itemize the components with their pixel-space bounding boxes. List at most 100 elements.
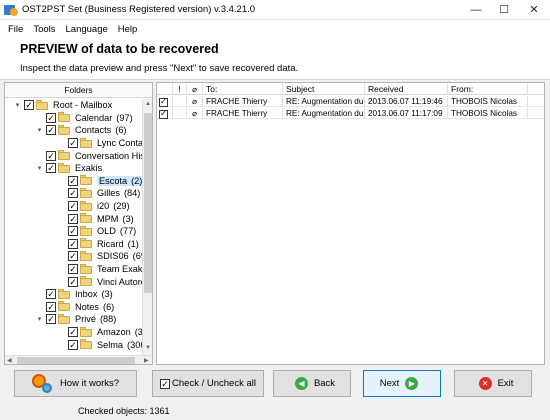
close-button[interactable]: ✕ — [518, 0, 550, 20]
folder-checkbox[interactable]: ✓ — [68, 188, 78, 199]
next-button[interactable]: Next ▶ — [363, 370, 441, 397]
folder-name: Root - Mailbox — [53, 100, 113, 111]
folder-icon — [80, 339, 94, 350]
folder-label: MPM (3) — [97, 214, 134, 224]
folder-horizontal-scrollbar[interactable]: ◀ ▶ — [5, 355, 152, 364]
folder-count: (84) — [123, 188, 141, 199]
maximize-button[interactable]: ☐ — [490, 0, 518, 20]
folder-name: Team Exakis — [97, 264, 142, 275]
cell-check: ✓ — [157, 108, 173, 119]
col-received[interactable]: Received — [365, 83, 448, 95]
folder-checkbox[interactable]: ✓ — [46, 163, 56, 174]
scroll-up-icon[interactable]: ▲ — [145, 101, 151, 107]
folder-checkbox[interactable]: ✓ — [68, 251, 78, 262]
folder-checkbox[interactable]: ✓ — [68, 138, 78, 149]
row-checkbox[interactable]: ✓ — [159, 97, 168, 107]
folder-item[interactable]: ▾ ✓ Exakis — [35, 162, 102, 175]
folder-icon — [80, 175, 94, 186]
menu-tools[interactable]: Tools — [28, 24, 60, 35]
menu-language[interactable]: Language — [61, 24, 113, 35]
col-subject[interactable]: Subject — [283, 83, 365, 95]
folder-item[interactable]: ✓ Gilles (84) — [57, 187, 140, 200]
page-subtitle: Inspect the data preview and press "Next… — [20, 63, 299, 74]
folder-checkbox[interactable]: ✓ — [68, 238, 78, 249]
folder-checkbox[interactable]: ✓ — [24, 100, 34, 111]
folder-vertical-scrollbar[interactable]: ▲ ▼ — [142, 99, 152, 355]
folder-item[interactable]: ✓ Lync Contacts — [57, 137, 142, 150]
scroll-left-icon[interactable]: ◀ — [7, 357, 12, 364]
exit-button[interactable]: ✕ Exit — [454, 370, 532, 397]
folder-checkbox[interactable]: ✓ — [68, 264, 78, 275]
folder-count: (2) — [131, 175, 142, 186]
folder-item[interactable]: ✓ i20 (29) — [57, 200, 130, 213]
folder-item[interactable]: ✓ OLD (77) — [57, 225, 136, 238]
folder-checkbox[interactable]: ✓ — [46, 150, 56, 161]
back-button[interactable]: ◀ Back — [273, 370, 351, 397]
folder-icon — [80, 187, 94, 199]
folder-name: Contacts — [75, 125, 112, 136]
folder-item[interactable]: ✓ Team Exakis — [57, 263, 142, 276]
folder-count: (69) — [132, 251, 142, 262]
folder-item[interactable]: ✓ Amazon(3) — [57, 326, 142, 339]
scroll-thumb[interactable] — [17, 357, 135, 364]
folder-checkbox[interactable]: ✓ — [68, 339, 78, 350]
expand-arrow-icon[interactable]: ▾ — [13, 101, 22, 110]
folder-item[interactable]: ✓ Vinci Autoroute — [57, 275, 142, 288]
cell-attachment: ⌀ — [187, 108, 203, 119]
folder-label: Exakis — [75, 163, 102, 173]
cell-subject: RE: Augmentation du ni — [283, 108, 365, 119]
folder-item[interactable]: ✓ Conversation Histor — [35, 149, 142, 162]
how-it-works-button[interactable]: How it works? — [14, 370, 137, 397]
expand-arrow-icon[interactable]: ▾ — [35, 315, 44, 324]
col-to[interactable]: To: — [203, 83, 283, 95]
col-check[interactable] — [157, 83, 173, 95]
folder-item[interactable]: ✓ MPM (3) — [57, 212, 134, 225]
folder-item[interactable]: ✓ Escota (2) — [57, 175, 142, 188]
menu-file[interactable]: File — [3, 24, 28, 35]
folder-checkbox[interactable]: ✓ — [68, 201, 78, 212]
folder-item[interactable]: ▾ ✓ Privé (88) — [35, 313, 116, 326]
folder-checkbox[interactable]: ✓ — [68, 226, 78, 237]
scroll-thumb[interactable] — [144, 113, 152, 293]
check-uncheck-all-button[interactable]: ✓ Check / Uncheck all — [152, 370, 264, 397]
col-importance[interactable]: ! — [173, 83, 187, 95]
folder-checkbox[interactable]: ✓ — [46, 112, 56, 123]
folder-checkbox[interactable]: ✓ — [46, 301, 56, 312]
expand-arrow-icon[interactable]: ▾ — [35, 126, 44, 135]
folder-icon — [80, 250, 94, 262]
title-bar: OST2PST Set (Business Registered version… — [0, 0, 550, 20]
folder-checkbox[interactable]: ✓ — [68, 327, 78, 338]
folder-item[interactable]: ✓ Notes (6) — [35, 301, 114, 314]
folder-checkbox[interactable]: ✓ — [68, 213, 78, 224]
folder-item[interactable]: ✓ Calendar (97) — [35, 112, 133, 125]
folders-header: Folders — [5, 83, 152, 98]
folder-item[interactable]: ▾ ✓ Root - Mailbox — [13, 99, 112, 112]
folder-checkbox[interactable]: ✓ — [46, 289, 56, 300]
scroll-down-icon[interactable]: ▼ — [145, 345, 151, 351]
folder-label: Escota (2) — [97, 175, 142, 186]
menu-help[interactable]: Help — [113, 24, 143, 35]
folder-item[interactable]: ✓ SDIS06(69) — [57, 250, 142, 263]
folder-item[interactable]: ✓ Inbox (3) — [35, 288, 113, 301]
minimize-button[interactable]: — — [462, 0, 490, 20]
message-row[interactable]: ✓ ⌀ FRACHE Thierry RE: Augmentation du ni 20… — [157, 108, 544, 119]
folder-checkbox[interactable]: ✓ — [68, 175, 78, 186]
folder-icon — [80, 326, 94, 338]
folder-item[interactable]: ✓ Ricard (1) — [57, 238, 139, 251]
folder-label: Lync Contacts — [97, 138, 142, 148]
folder-item[interactable]: ▾ ✓ Contacts (6) — [35, 124, 127, 137]
folder-count: (3) — [134, 327, 142, 338]
expand-arrow-icon[interactable]: ▾ — [35, 164, 44, 173]
folder-checkbox[interactable]: ✓ — [46, 314, 56, 325]
folder-checkbox[interactable]: ✓ — [46, 125, 56, 136]
message-row[interactable]: ✓ ⌀ FRACHE Thierry RE: Augmentation du ni 20… — [157, 96, 544, 107]
folder-item[interactable]: ✓ Selma(306) — [57, 338, 142, 351]
col-from[interactable]: From: — [448, 83, 528, 95]
row-checkbox[interactable]: ✓ — [159, 109, 168, 119]
folder-tree[interactable]: ▾ ✓ Root - Mailbox ✓ Calendar (97) ▾ ✓ Contacts(… — [5, 99, 142, 355]
col-attachment[interactable]: ⌀ — [187, 83, 203, 95]
folder-checkbox[interactable]: ✓ — [68, 276, 78, 287]
scroll-right-icon[interactable]: ▶ — [144, 357, 149, 364]
